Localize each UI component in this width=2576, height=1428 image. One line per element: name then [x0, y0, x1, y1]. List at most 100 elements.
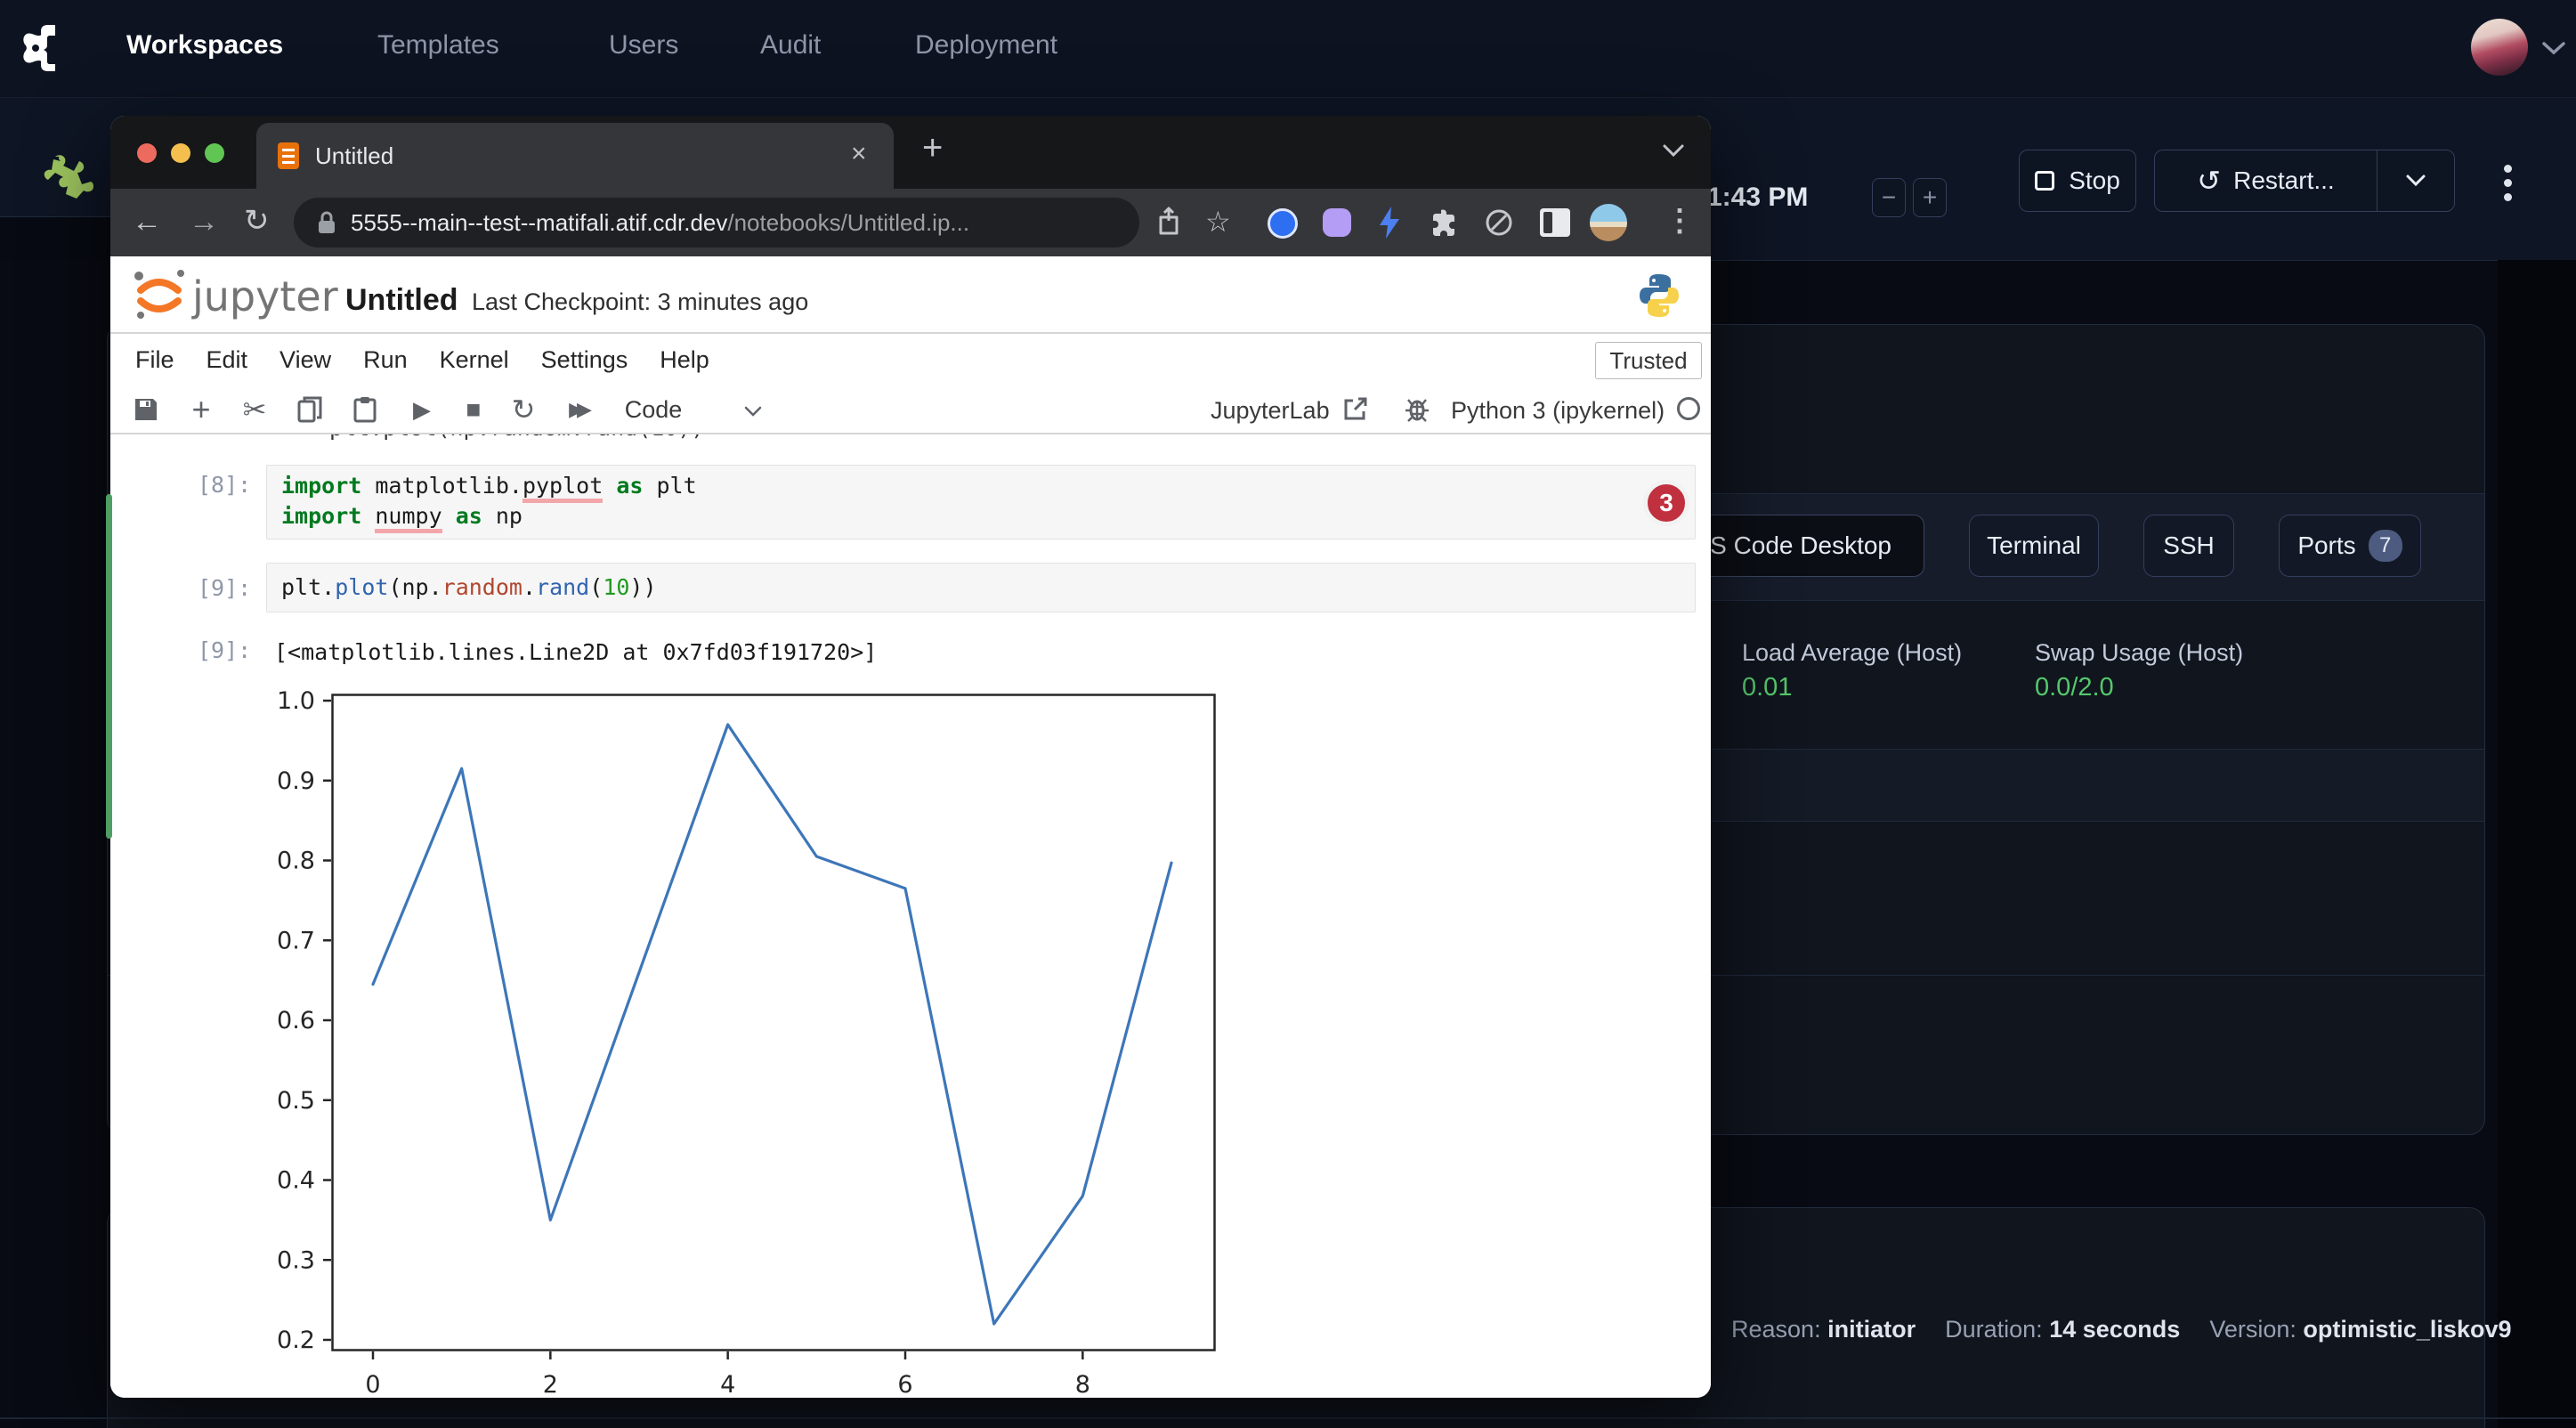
- restart-options-button[interactable]: [2377, 150, 2455, 212]
- checkpoint-status: Last Checkpoint: 3 minutes ago: [472, 288, 808, 316]
- output-text: [<matplotlib.lines.Line2D at 0x7fd03f191…: [274, 637, 877, 668]
- ssh-button[interactable]: SSH: [2143, 515, 2234, 577]
- external-link-icon[interactable]: [1344, 397, 1367, 420]
- speed-icon[interactable]: [1485, 208, 1513, 237]
- coder-logo-icon[interactable]: [18, 23, 59, 73]
- python-logo-icon: [1638, 272, 1681, 319]
- extension-puzzle-icon[interactable]: [36, 153, 87, 208]
- nav-item-templates[interactable]: Templates: [377, 30, 499, 61]
- load-average-label: Load Average (Host): [1742, 639, 1962, 667]
- left-content-area: [0, 216, 110, 260]
- workspace-kebab-menu[interactable]: [2501, 158, 2514, 207]
- jupyterlab-link[interactable]: JupyterLab: [1211, 397, 1330, 425]
- github-cat-icon[interactable]: [1323, 208, 1351, 237]
- jupyter-menubar: File Edit View Run Kernel Settings Help: [110, 334, 1711, 386]
- stop-icon: [2035, 171, 2054, 191]
- notebook-title[interactable]: Untitled: [345, 283, 458, 318]
- run-cell-icon[interactable]: ▶: [404, 386, 440, 433]
- zoom-in-button[interactable]: +: [1913, 178, 1947, 217]
- svg-text:1.0: 1.0: [277, 687, 315, 715]
- user-menu-chevron-icon[interactable]: [2542, 41, 2565, 55]
- cell-type-select[interactable]: Code: [618, 386, 689, 433]
- close-window-button[interactable]: [137, 143, 157, 163]
- menu-edit[interactable]: Edit: [207, 346, 248, 374]
- menu-help[interactable]: Help: [660, 346, 709, 374]
- svg-text:0.3: 0.3: [277, 1246, 315, 1274]
- forward-button[interactable]: →: [189, 205, 219, 239]
- svg-text:0: 0: [365, 1371, 380, 1398]
- zoom-out-button[interactable]: −: [1872, 178, 1906, 217]
- output-prompt: [9]:: [198, 637, 251, 663]
- reason-value: initiator: [1827, 1316, 1916, 1343]
- browser-kebab-menu[interactable]: ⋮: [1665, 203, 1695, 239]
- nav-item-deployment[interactable]: Deployment: [915, 30, 1057, 61]
- browser-window: Untitled × + ← → ↻ 5555--main--test--mat…: [110, 116, 1711, 1398]
- restart-kernel-icon[interactable]: ↻: [506, 386, 541, 433]
- menu-kernel[interactable]: Kernel: [440, 346, 509, 374]
- debugger-bug-icon[interactable]: [1405, 395, 1430, 422]
- kernel-name[interactable]: Python 3 (ipykernel): [1451, 397, 1665, 425]
- side-panel-icon[interactable]: [1540, 208, 1570, 237]
- restart-run-all-icon[interactable]: ▶▶: [557, 386, 596, 433]
- share-icon[interactable]: [1157, 207, 1180, 237]
- swap-usage-label: Swap Usage (Host): [2035, 639, 2243, 667]
- svg-text:0.2: 0.2: [277, 1327, 315, 1354]
- right-page-margin: [2498, 260, 2576, 1428]
- browser-tab[interactable]: Untitled ×: [256, 123, 894, 189]
- menu-view[interactable]: View: [279, 346, 331, 374]
- copy-cells-icon[interactable]: [292, 386, 328, 433]
- duration-label: Duration:: [1945, 1316, 2043, 1343]
- ports-button[interactable]: Ports 7: [2279, 515, 2421, 577]
- reload-button[interactable]: ↻: [244, 203, 270, 239]
- url-host: 5555--main--test--matifali.atif.cdr.dev: [351, 209, 727, 237]
- maximize-window-button[interactable]: [205, 143, 224, 163]
- cell8-input[interactable]: import matplotlib.pyplot as plt import n…: [266, 465, 1696, 540]
- svg-text:8: 8: [1075, 1371, 1090, 1398]
- notification-badge[interactable]: 3: [1643, 480, 1689, 526]
- extensions-puzzle-icon[interactable]: [1430, 208, 1458, 237]
- address-bar[interactable]: 5555--main--test--matifali.atif.cdr.dev/…: [294, 198, 1139, 247]
- bolt-icon[interactable]: [1378, 207, 1401, 239]
- insert-cell-icon[interactable]: +: [183, 386, 219, 433]
- build-info-row: Reason: initiator Duration: 14 seconds V…: [1731, 1316, 2511, 1343]
- cell-type-chevron-icon[interactable]: [744, 406, 762, 417]
- jupyter-page: jupyter Untitled Last Checkpoint: 3 minu…: [110, 256, 1711, 1398]
- top-nav: Workspaces Templates Users Audit Deploym…: [0, 0, 2576, 98]
- nav-item-workspaces[interactable]: Workspaces: [126, 30, 283, 61]
- matplotlib-figure: 0.20.30.40.50.60.70.80.91.002468: [331, 694, 1216, 1351]
- minimize-window-button[interactable]: [171, 143, 190, 163]
- bookmark-star-icon[interactable]: ☆: [1205, 205, 1231, 239]
- terminal-button[interactable]: Terminal: [1969, 515, 2099, 577]
- onepassword-icon[interactable]: [1268, 208, 1298, 239]
- clipped-cell-sliver: plt.plot(np.random.rand(10)): [329, 434, 899, 442]
- url-path: /notebooks/Untitled.ip...: [727, 209, 969, 237]
- svg-text:4: 4: [720, 1371, 735, 1398]
- new-tab-button[interactable]: +: [922, 128, 943, 168]
- tab-search-chevron-icon[interactable]: [1663, 144, 1684, 158]
- cut-cells-icon[interactable]: ✂: [237, 386, 272, 433]
- user-avatar[interactable]: [2471, 19, 2528, 76]
- lock-icon: [317, 210, 336, 235]
- reason-label: Reason:: [1731, 1316, 1821, 1343]
- tab-title: Untitled: [315, 142, 393, 170]
- cell9-input[interactable]: plt.plot(np.random.rand(10)): [266, 563, 1696, 613]
- back-button[interactable]: ←: [132, 205, 162, 239]
- stop-button[interactable]: Stop: [2019, 150, 2136, 212]
- menu-run[interactable]: Run: [363, 346, 408, 374]
- restart-button[interactable]: ↺ Restart...: [2154, 150, 2377, 212]
- interrupt-kernel-icon[interactable]: ■: [456, 386, 491, 433]
- workspace-status-bar: [106, 494, 112, 839]
- screen: Workspaces Templates Users Audit Deploym…: [0, 0, 2576, 1428]
- paste-cells-icon[interactable]: [347, 386, 383, 433]
- ports-count-badge: 7: [2369, 530, 2402, 562]
- tab-close-icon[interactable]: ×: [851, 139, 867, 169]
- profile-avatar[interactable]: [1590, 204, 1627, 241]
- menu-settings[interactable]: Settings: [541, 346, 628, 374]
- svg-text:0.7: 0.7: [277, 927, 315, 954]
- nav-item-users[interactable]: Users: [609, 30, 678, 61]
- trusted-button[interactable]: Trusted: [1595, 342, 1702, 379]
- nav-item-audit[interactable]: Audit: [760, 30, 821, 61]
- menu-file[interactable]: File: [135, 346, 174, 374]
- save-icon[interactable]: [128, 386, 164, 433]
- svg-text:0.9: 0.9: [277, 767, 315, 795]
